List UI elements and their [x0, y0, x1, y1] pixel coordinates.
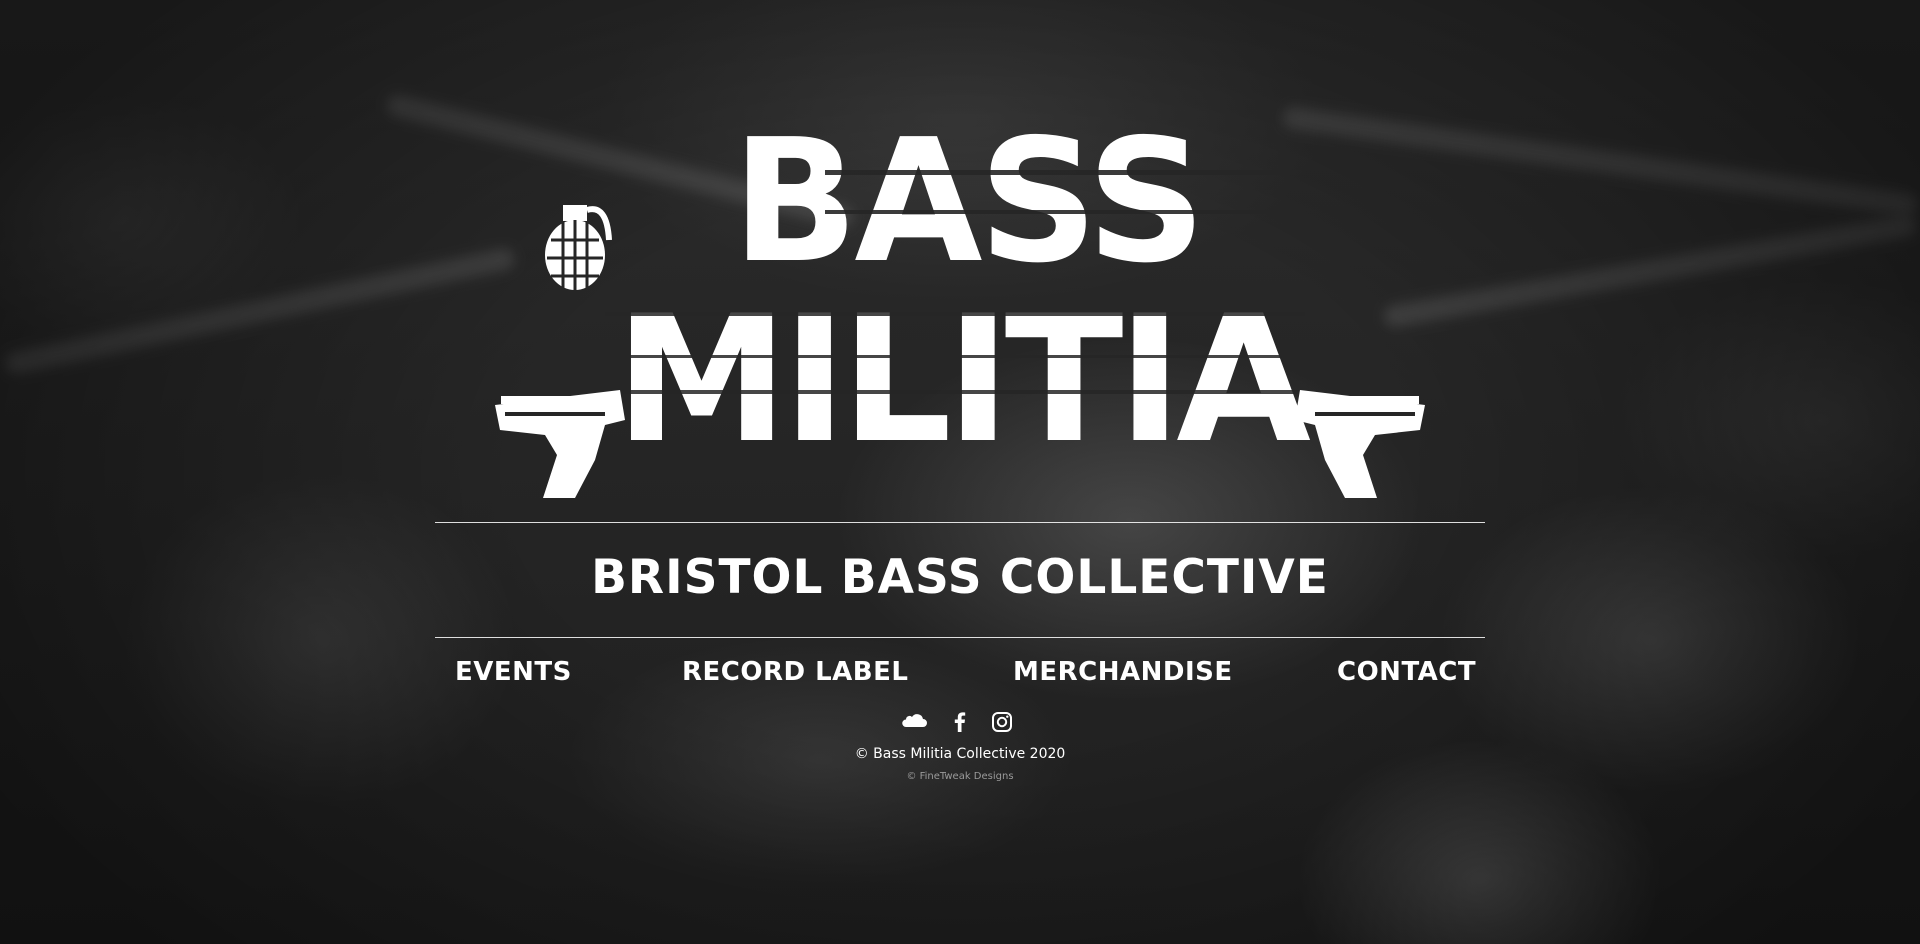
pistol-left-icon [495, 390, 625, 498]
main-nav: EVENTS RECORD LABEL MERCHANDISE CONTACT [435, 654, 1485, 690]
logo-line-bass: BASS [732, 103, 1202, 301]
designer-credit: © FineTweak Designs [906, 771, 1014, 782]
nav-merchandise[interactable]: MERCHANDISE [1013, 654, 1233, 690]
divider-top [435, 522, 1485, 523]
nav-events[interactable]: EVENTS [455, 654, 572, 690]
instagram-icon[interactable] [988, 708, 1016, 736]
pistol-right-icon [1295, 390, 1425, 498]
bass-militia-logo: BASS MILITIA [495, 100, 1425, 510]
facebook-icon[interactable] [946, 708, 974, 736]
landing-content: BASS MILITIA BRISTOL BASS COLLECTIVE EVE… [0, 0, 1920, 944]
social-links [900, 708, 1020, 736]
tagline: BRISTOL BASS COLLECTIVE [591, 550, 1329, 605]
copyright-text: © Bass Militia Collective 2020 [854, 746, 1066, 762]
divider-bottom [435, 637, 1485, 638]
soundcloud-icon[interactable] [900, 708, 928, 736]
logo-line-militia: MILITIA [615, 279, 1311, 482]
grenade-icon [545, 205, 612, 290]
nav-record-label[interactable]: RECORD LABEL [682, 654, 908, 690]
hero-background: BASS MILITIA BRISTOL BASS COLLECTIVE EVE… [0, 0, 1920, 944]
nav-contact[interactable]: CONTACT [1337, 654, 1476, 690]
